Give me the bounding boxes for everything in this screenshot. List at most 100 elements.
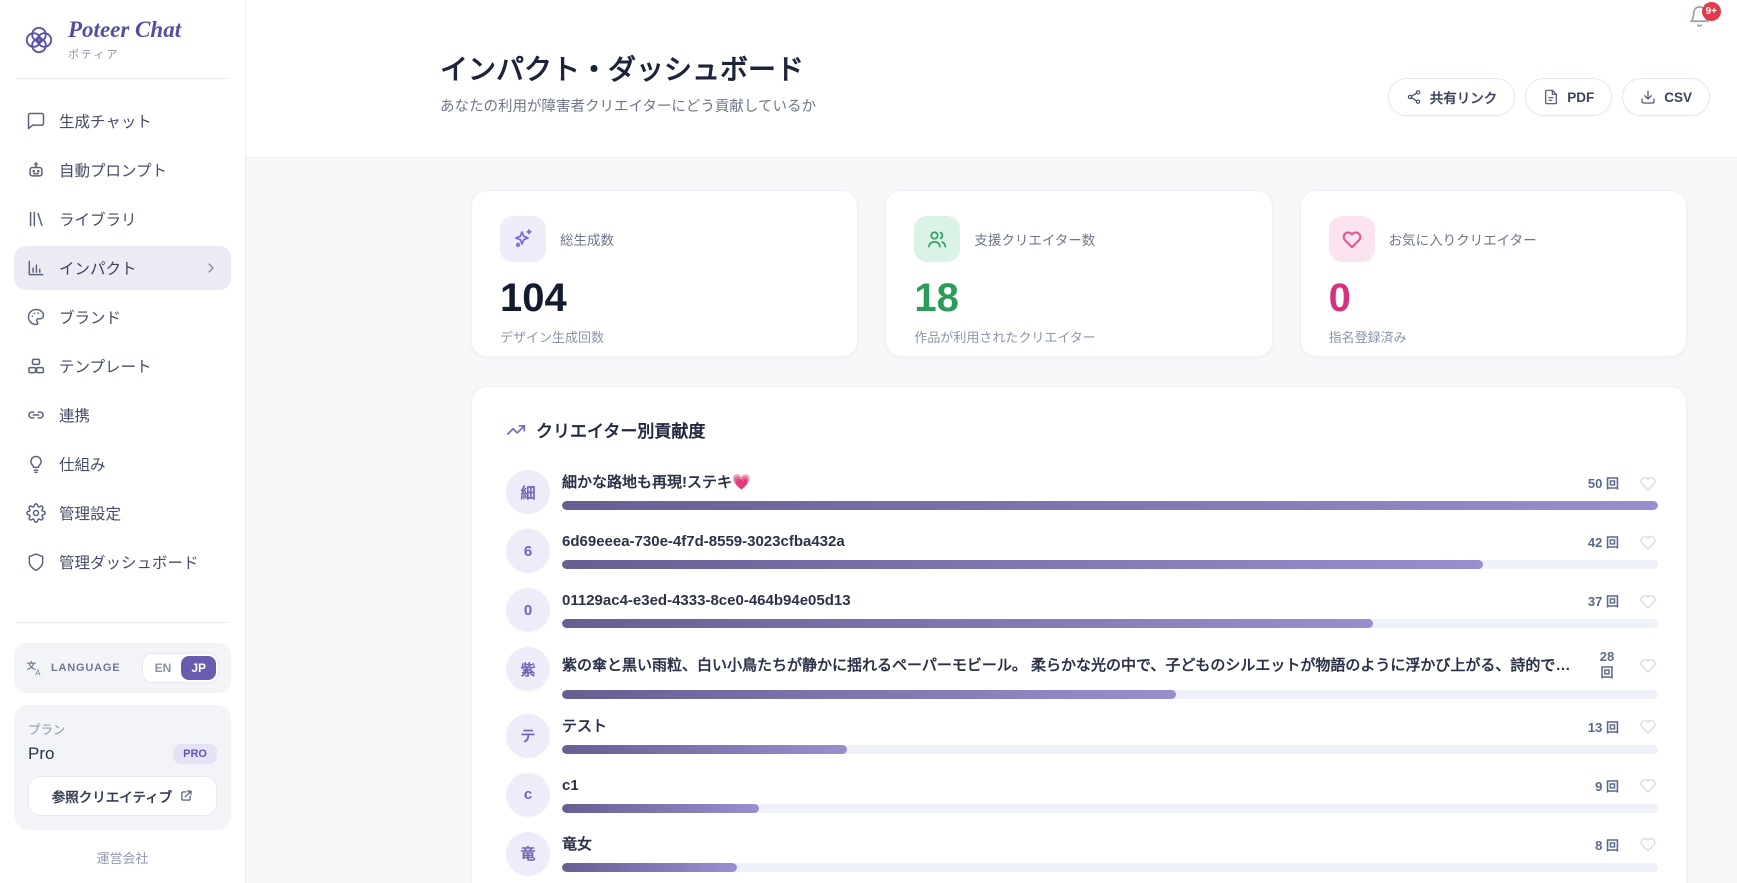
contribution-bar [562, 745, 847, 754]
pdf-button[interactable]: PDF [1525, 78, 1612, 116]
share-icon [1406, 89, 1422, 105]
language-label: LANGUAGE [51, 662, 134, 674]
sidebar: Poteer Chat ポティア 生成チャット自動プロンプトライブラリインパクト… [0, 0, 246, 883]
contribution-chart-card: クリエイター別貢献度 細 細かな路地も再現!ステキ💗 50 回 6 6d69ee… [471, 386, 1687, 883]
plan-card: プラン Pro PRO 参照クリエイティブ [14, 705, 231, 830]
chevron-right-icon [203, 260, 219, 276]
share-link-button[interactable]: 共有リンク [1388, 78, 1516, 116]
usage-count: 37 回 [1588, 591, 1619, 610]
usage-count: 8 回 [1595, 835, 1619, 854]
usage-count: 50 回 [1588, 473, 1619, 492]
flower-logo-icon [20, 21, 58, 59]
favorite-heart-icon[interactable] [1638, 591, 1658, 611]
translate-icon: 文 A [26, 660, 43, 677]
favorite-heart-icon[interactable] [1638, 716, 1658, 736]
sidebar-item-auto-prompt[interactable]: 自動プロンプト [14, 148, 231, 192]
creator-title: c1 [562, 775, 1576, 796]
sidebar-item-library[interactable]: ライブラリ [14, 197, 231, 241]
stat-sub: 作品が利用されたクリエイター [914, 327, 1243, 346]
header-actions: 共有リンク PDF CSV [1388, 78, 1710, 117]
sidebar-item-admin-dashboard[interactable]: 管理ダッシュボード [14, 540, 231, 584]
favorite-heart-icon[interactable] [1638, 655, 1658, 675]
contribution-bar [562, 619, 1373, 628]
divider [16, 622, 229, 623]
contribution-row: 竜 竜女 8 回 [506, 832, 1658, 876]
contribution-row: c c1 9 回 [506, 773, 1658, 817]
sidebar-item-label: インパクト [59, 257, 190, 279]
sparkles-icon-box [500, 216, 546, 262]
download-icon [1640, 89, 1656, 105]
creator-title: 竜女 [562, 834, 1576, 855]
page-header: 9+ インパクト・ダッシュボード あなたの利用が障害者クリエイターにどう貢献して… [246, 0, 1737, 158]
contribution-row: 細 細かな路地も再現!ステキ💗 50 回 [506, 470, 1658, 514]
contribution-row: 0 01129ac4-e3ed-4333-8ce0-464b94e05d13 3… [506, 588, 1658, 632]
library-icon [26, 209, 46, 229]
reference-creative-button[interactable]: 参照クリエイティブ [28, 776, 217, 816]
favorite-heart-icon[interactable] [1638, 473, 1658, 493]
bar-chart-icon [26, 258, 46, 278]
app-name: Poteer Chat [68, 18, 181, 42]
page-title: インパクト・ダッシュボード [440, 52, 816, 88]
contribution-bar-track [562, 501, 1658, 510]
creator-avatar: 竜 [506, 832, 550, 876]
contribution-bar-track [562, 560, 1658, 569]
contribution-bar [562, 804, 759, 813]
favorite-heart-icon[interactable] [1638, 775, 1658, 795]
contribution-bar-track [562, 745, 1658, 754]
link-icon [26, 405, 46, 425]
language-option-jp[interactable]: JP [181, 656, 216, 680]
sidebar-item-brand[interactable]: ブランド [14, 295, 231, 339]
sidebar-item-label: テンプレート [59, 355, 219, 377]
language-option-en[interactable]: EN [145, 656, 182, 680]
heart-icon [1340, 227, 1364, 251]
sidebar-item-mechanism[interactable]: 仕組み [14, 442, 231, 486]
contribution-bar [562, 863, 737, 872]
plan-name: Pro [28, 744, 54, 764]
contribution-bar [562, 690, 1176, 699]
sparkles-icon [511, 227, 535, 251]
sidebar-item-admin-settings[interactable]: 管理設定 [14, 491, 231, 535]
sidebar-item-integration[interactable]: 連携 [14, 393, 231, 437]
users-icon-box [914, 216, 960, 262]
creator-avatar: 6 [506, 529, 550, 573]
creator-title: 細かな路地も再現!ステキ💗 [562, 472, 1569, 493]
csv-button[interactable]: CSV [1622, 78, 1710, 116]
contribution-bar-track [562, 690, 1658, 699]
contribution-bar [562, 560, 1483, 569]
creator-avatar: 紫 [506, 647, 550, 691]
stat-sub: 指名登録済み [1329, 327, 1658, 346]
notification-badge: 9+ [1702, 2, 1721, 21]
template-grid-icon [26, 356, 46, 376]
app-logo[interactable]: Poteer Chat ポティア [14, 18, 231, 62]
title-block: インパクト・ダッシュボード あなたの利用が障害者クリエイターにどう貢献しているか [440, 52, 816, 117]
usage-count: 9 回 [1595, 776, 1619, 795]
notifications-button[interactable]: 9+ [1688, 5, 1711, 28]
stat-value: 18 [914, 278, 1243, 318]
favorite-heart-icon[interactable] [1638, 532, 1658, 552]
stat-value: 104 [500, 278, 829, 318]
sidebar-item-impact[interactable]: インパクト [14, 246, 231, 290]
trending-up-icon [506, 420, 526, 440]
contribution-bar-track [562, 863, 1658, 872]
creator-title: テスト [562, 716, 1569, 737]
main-area: 9+ インパクト・ダッシュボード あなたの利用が障害者クリエイターにどう貢献して… [246, 0, 1737, 883]
usage-count: 13 回 [1588, 717, 1619, 736]
sidebar-item-generate-chat[interactable]: 生成チャット [14, 99, 231, 143]
usage-count: 28 回 [1595, 649, 1619, 682]
stat-sub: デザイン生成回数 [500, 327, 829, 346]
creator-title: 01129ac4-e3ed-4333-8ce0-464b94e05d13 [562, 590, 1569, 611]
usage-count: 42 回 [1588, 532, 1619, 551]
chat-icon [26, 111, 46, 131]
sidebar-item-template[interactable]: テンプレート [14, 344, 231, 388]
contribution-bar-track [562, 804, 1658, 813]
robot-icon [26, 160, 46, 180]
creator-avatar: c [506, 773, 550, 817]
stat-label: 総生成数 [560, 229, 614, 249]
shield-icon [26, 552, 46, 572]
favorite-heart-icon[interactable] [1638, 834, 1658, 854]
stat-card-favorite-creators: お気に入りクリエイター 0 指名登録済み [1300, 190, 1687, 357]
creator-title: 紫の傘と黒い雨粒、白い小鳥たちが静かに揺れるペーパーモビール。 柔らかな光の中で… [562, 655, 1576, 676]
operating-company-link[interactable]: 運営会社 [14, 848, 231, 867]
heart-icon-box [1329, 216, 1375, 262]
contribution-row: テ テスト 13 回 [506, 714, 1658, 758]
